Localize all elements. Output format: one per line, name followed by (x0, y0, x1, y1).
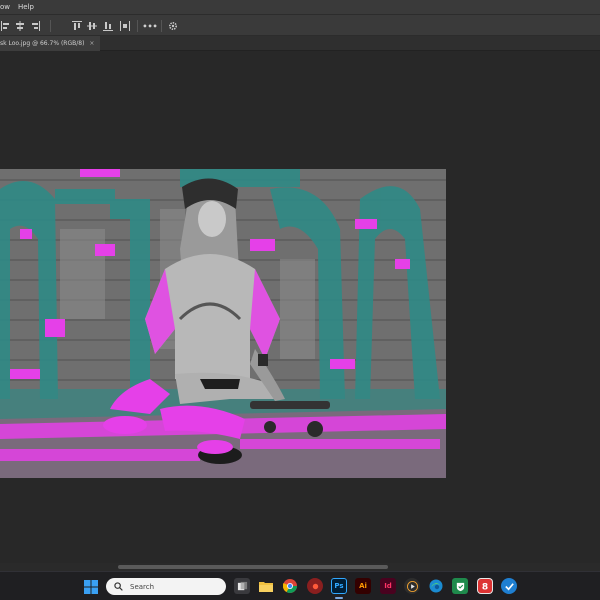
gear-icon[interactable] (167, 20, 179, 32)
photoshop-window: ow Help ••• sk Loo.jpg @ 66.7% (RGB/8) ×… (0, 0, 600, 600)
svg-text:8: 8 (482, 583, 488, 593)
chrome-icon[interactable] (282, 578, 298, 594)
document-tab[interactable]: sk Loo.jpg @ 66.7% (RGB/8) × (0, 36, 101, 51)
separator (161, 20, 162, 32)
horizontal-scrollbar[interactable] (0, 563, 600, 571)
media-player-icon[interactable] (404, 578, 420, 594)
align-bottom-edges-icon[interactable] (102, 20, 114, 32)
windows-start-icon[interactable] (84, 579, 98, 594)
align-vertical-centers-icon[interactable] (86, 20, 98, 32)
menu-bar: ow Help (0, 0, 600, 14)
app-numeric-icon[interactable]: 8 (477, 578, 493, 594)
illustrator-icon[interactable]: Ai (355, 578, 371, 594)
file-explorer-icon[interactable] (258, 578, 274, 594)
taskbar: Search Ps Ai Id 8 (0, 571, 600, 600)
options-bar: ••• (0, 14, 600, 36)
distribute-icon[interactable] (119, 20, 131, 32)
security-shield-icon[interactable] (452, 578, 468, 594)
scrollbar-thumb[interactable] (118, 565, 388, 569)
menu-item-window[interactable]: ow (0, 0, 14, 14)
app-red-icon[interactable] (307, 578, 323, 594)
checkmark-app-icon[interactable] (501, 578, 517, 594)
photo-girl-skateboard-brick-wall (0, 169, 446, 478)
separator (137, 20, 138, 32)
search-icon (112, 581, 124, 593)
align-top-edges-icon[interactable] (71, 20, 83, 32)
search-placeholder: Search (130, 582, 155, 591)
more-options-icon[interactable]: ••• (142, 20, 157, 32)
close-icon[interactable]: × (89, 40, 94, 47)
align-horizontal-centers-icon[interactable] (14, 20, 26, 32)
edge-icon[interactable] (428, 578, 444, 594)
menu-item-help[interactable]: Help (14, 0, 38, 14)
taskbar-search-box[interactable]: Search (106, 578, 226, 595)
document-image[interactable] (0, 169, 446, 478)
photoshop-icon[interactable]: Ps (331, 578, 347, 594)
document-tab-bar: sk Loo.jpg @ 66.7% (RGB/8) × (0, 36, 600, 51)
task-view-icon[interactable] (234, 578, 250, 594)
separator (50, 20, 51, 32)
document-tab-title: sk Loo.jpg @ 66.7% (RGB/8) (0, 40, 85, 47)
canvas-area[interactable] (0, 51, 600, 563)
align-right-edges-icon[interactable] (29, 20, 41, 32)
indesign-icon[interactable]: Id (380, 578, 396, 594)
active-indicator (335, 597, 343, 599)
align-left-edges-icon[interactable] (0, 20, 12, 32)
